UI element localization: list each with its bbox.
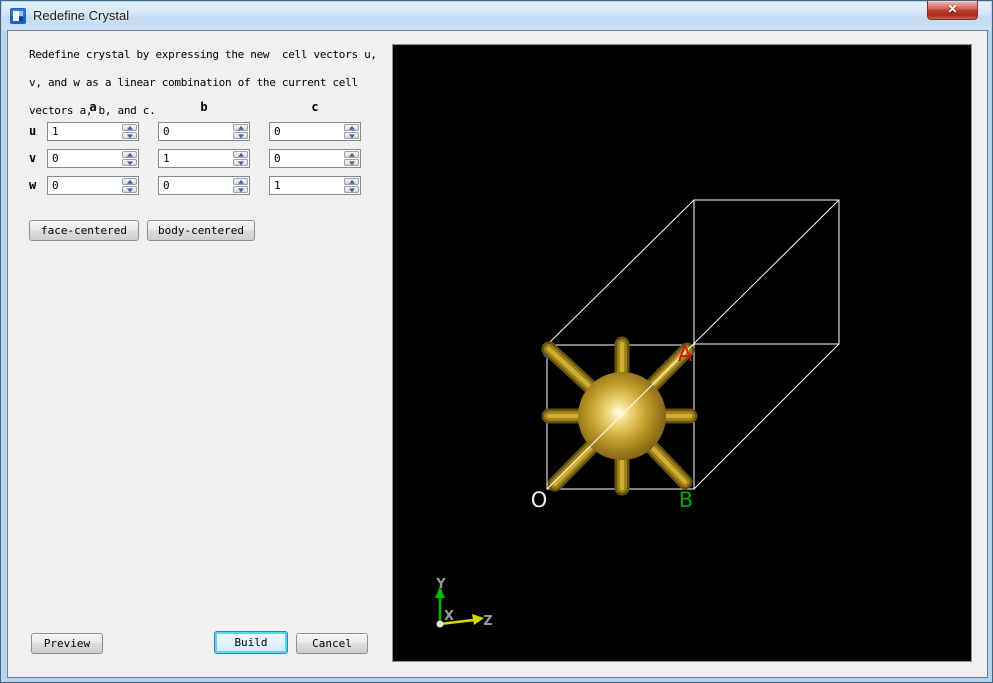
row-label-v: v [29, 149, 43, 168]
spinbox-v-c [269, 149, 361, 168]
input-w-a[interactable] [48, 177, 121, 194]
axis-label-x: X [444, 609, 454, 624]
close-button[interactable]: ✕ [927, 1, 978, 20]
spin-down-v-b[interactable] [233, 159, 248, 166]
spin-up-v-b[interactable] [233, 151, 248, 158]
input-u-b[interactable] [159, 123, 232, 140]
column-header-c: c [269, 100, 361, 114]
input-u-a[interactable] [48, 123, 121, 140]
spin-up-w-c[interactable] [344, 178, 359, 185]
cell-edge-bottom-right [694, 344, 839, 489]
input-v-a[interactable] [48, 150, 121, 167]
spinbox-v-a [47, 149, 139, 168]
column-header-b: b [158, 100, 250, 114]
spin-up-u-a[interactable] [122, 124, 137, 131]
window-title: Redefine Crystal [33, 8, 129, 23]
row-label-w: w [29, 176, 43, 195]
spin-down-v-c[interactable] [344, 159, 359, 166]
cancel-button[interactable]: Cancel [296, 633, 368, 654]
preview-button[interactable]: Preview [31, 633, 103, 654]
axis-label-y: Y [435, 577, 446, 592]
spinbox-u-b [158, 122, 250, 141]
atom-sphere [578, 372, 666, 460]
axis-z-arrowhead [472, 614, 484, 625]
viewport-3d[interactable]: C A B O [392, 44, 972, 662]
axis-x-dot [437, 621, 444, 628]
spin-up-w-a[interactable] [122, 178, 137, 185]
spin-down-w-c[interactable] [344, 186, 359, 193]
column-header-a: a [47, 100, 139, 114]
app-icon [10, 8, 26, 24]
spin-down-w-b[interactable] [233, 186, 248, 193]
spin-down-w-a[interactable] [122, 186, 137, 193]
cell-label-b: B [679, 488, 693, 512]
spin-down-u-c[interactable] [344, 132, 359, 139]
cell-label-origin: O [531, 488, 548, 512]
spin-up-u-b[interactable] [233, 124, 248, 131]
spin-up-u-c[interactable] [344, 124, 359, 131]
spin-up-w-b[interactable] [233, 178, 248, 185]
instructions-line1: Redefine crystal by expressing the new c… [29, 48, 377, 61]
build-button[interactable]: Build [214, 631, 288, 654]
spin-down-u-a[interactable] [122, 132, 137, 139]
input-v-c[interactable] [270, 150, 343, 167]
input-u-c[interactable] [270, 123, 343, 140]
crystal-scene: C A B O [393, 45, 971, 661]
body-centered-button[interactable]: body-centered [147, 220, 255, 241]
input-v-b[interactable] [159, 150, 232, 167]
row-label-u: u [29, 122, 43, 141]
input-w-b[interactable] [159, 177, 232, 194]
axis-triad: Y X Z [435, 577, 493, 629]
spinbox-w-b [158, 176, 250, 195]
spinbox-v-b [158, 149, 250, 168]
spinbox-u-c [269, 122, 361, 141]
titlebar[interactable]: Redefine Crystal [2, 2, 991, 30]
spinbox-w-a [47, 176, 139, 195]
cell-label-a: A [678, 342, 693, 366]
dialog-body: Redefine crystal by expressing the new c… [7, 30, 988, 678]
instructions-line2: v, and w as a linear combination of the … [29, 76, 358, 89]
spin-down-v-a[interactable] [122, 159, 137, 166]
face-centered-button[interactable]: face-centered [29, 220, 139, 241]
spinbox-w-c [269, 176, 361, 195]
close-icon: ✕ [947, 2, 957, 16]
spinbox-u-a [47, 122, 139, 141]
spin-up-v-c[interactable] [344, 151, 359, 158]
spin-up-v-a[interactable] [122, 151, 137, 158]
cell-edge-top-left [547, 200, 694, 345]
input-w-c[interactable] [270, 177, 343, 194]
redefine-crystal-dialog: Redefine Crystal ✕ Redefine crystal by e… [0, 0, 993, 683]
spin-down-u-b[interactable] [233, 132, 248, 139]
axis-label-z: Z [483, 614, 492, 629]
